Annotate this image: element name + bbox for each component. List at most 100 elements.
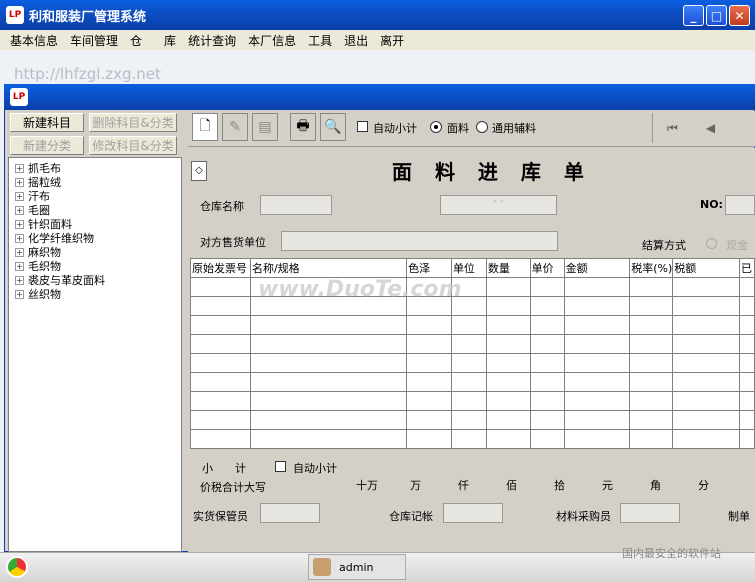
- expand-icon[interactable]: +: [15, 163, 24, 173]
- record-nav: ⏮ ◀: [652, 113, 755, 143]
- edit-icon[interactable]: ✎: [222, 113, 248, 141]
- minimize-button[interactable]: _: [683, 5, 704, 26]
- expand-icon[interactable]: +: [15, 289, 24, 299]
- keeper-field[interactable]: [260, 503, 320, 523]
- expand-icon[interactable]: +: [15, 177, 24, 187]
- tree-item[interactable]: + 抓毛布: [9, 161, 181, 175]
- form-title: 面 料 进 库 单: [392, 160, 592, 184]
- tree-item[interactable]: + 毛圈: [9, 203, 181, 217]
- new-subject-button[interactable]: 新建科目: [10, 113, 84, 132]
- unit-label: 仟: [458, 479, 469, 492]
- table-row[interactable]: [190, 334, 755, 354]
- buyer-field[interactable]: [620, 503, 680, 523]
- fabric-label: 面料: [447, 122, 469, 135]
- modify-subject-button[interactable]: 修改科目&分类: [89, 136, 177, 155]
- unit-label: 拾: [554, 479, 565, 492]
- url-watermark: http://lhfzgl.zxg.net: [14, 65, 161, 83]
- menu-warehouse-1[interactable]: 仓: [124, 32, 148, 49]
- search-icon[interactable]: 🔍: [320, 113, 346, 141]
- no-field[interactable]: [725, 195, 755, 215]
- tree-item[interactable]: + 针织面料: [9, 217, 181, 231]
- table-row[interactable]: [190, 353, 755, 373]
- table-row[interactable]: [190, 372, 755, 392]
- accessory-radio[interactable]: [476, 121, 488, 133]
- maximize-button[interactable]: □: [706, 5, 727, 26]
- save-icon[interactable]: ▤: [252, 113, 278, 141]
- new-category-button[interactable]: 新建分类: [10, 136, 84, 155]
- warehouse-name-field[interactable]: [260, 195, 332, 215]
- menu-factory-info[interactable]: 本厂信息: [242, 32, 302, 49]
- menu-tools[interactable]: 工具: [302, 32, 338, 49]
- tree-item[interactable]: + 裘皮与革皮面料: [9, 273, 181, 287]
- date-field[interactable]: - -: [440, 195, 557, 215]
- close-button[interactable]: ✕: [729, 5, 750, 26]
- warehouse-name-label: 仓库名称: [200, 200, 244, 213]
- expand-icon[interactable]: +: [15, 233, 24, 243]
- tree-item[interactable]: + 化学纤维织物: [9, 231, 181, 245]
- browser-icon[interactable]: [6, 556, 28, 578]
- print-icon[interactable]: 🖶: [290, 113, 316, 141]
- first-record-icon[interactable]: ⏮: [667, 121, 678, 136]
- expand-icon[interactable]: +: [15, 205, 24, 215]
- menu-stats[interactable]: 统计查询: [182, 32, 242, 49]
- table-row[interactable]: [190, 391, 755, 411]
- ledger-field[interactable]: [443, 503, 503, 523]
- keeper-label: 实货保管员: [193, 510, 248, 523]
- ledger-label: 仓库记帐: [389, 510, 433, 523]
- app-logo-icon: LP: [6, 6, 24, 24]
- inner-titlebar: [4, 84, 755, 110]
- grid-auto-subtotal-label: 自动小计: [293, 462, 337, 475]
- unit-label: 佰: [506, 479, 517, 492]
- tree-item[interactable]: + 丝织物: [9, 287, 181, 301]
- table-row[interactable]: [190, 315, 755, 335]
- counterparty-field[interactable]: [281, 231, 558, 251]
- table-row[interactable]: [190, 410, 755, 430]
- expand-icon[interactable]: +: [15, 275, 24, 285]
- total-caps-label: 价税合计大写: [200, 481, 266, 494]
- tree-item[interactable]: + 摇粒绒: [9, 175, 181, 189]
- unit-label: 元: [602, 479, 613, 492]
- menu-workshop[interactable]: 车间管理: [64, 32, 124, 49]
- menu-warehouse-2[interactable]: 库: [148, 32, 182, 49]
- expand-icon[interactable]: +: [15, 247, 24, 257]
- tree-item[interactable]: + 毛织物: [9, 259, 181, 273]
- expand-icon[interactable]: +: [15, 219, 24, 229]
- user-task[interactable]: admin: [308, 554, 406, 580]
- grid-header: 原始发票号 名称/规格 色泽 单位 数量 单价 金额 税率(%) 税额 已: [190, 258, 755, 278]
- diamond-button[interactable]: ◇: [191, 161, 207, 181]
- menu-basic-info[interactable]: 基本信息: [4, 32, 64, 49]
- no-label: NO:: [700, 198, 723, 211]
- grid-auto-subtotal-checkbox[interactable]: [275, 461, 286, 472]
- unit-label: 万: [410, 479, 421, 492]
- user-name: admin: [339, 560, 374, 574]
- cash-radio[interactable]: [706, 238, 717, 249]
- unit-label: 角: [650, 479, 661, 492]
- prev-record-icon[interactable]: ◀: [706, 121, 715, 135]
- expand-icon[interactable]: +: [15, 261, 24, 271]
- menubar: 基本信息 车间管理 仓 库 统计查询 本厂信息 工具 退出 离开: [0, 30, 755, 50]
- auto-subtotal-label: 自动小计: [373, 122, 417, 135]
- subject-tree: + 抓毛布 + 摇粒绒 + 汗布 + 毛圈 + 针织面料 + 化学纤维织物 + 麻织物 + 毛织…: [8, 157, 182, 552]
- menu-leave[interactable]: 离开: [374, 32, 410, 49]
- app-title: 利和服装厂管理系统: [29, 9, 147, 25]
- tree-item[interactable]: + 汗布: [9, 189, 181, 203]
- accessory-label: 通用辅料: [492, 122, 536, 135]
- table-row[interactable]: [190, 429, 755, 449]
- unit-label: 十万: [356, 479, 378, 492]
- maker-label: 制单: [728, 510, 750, 523]
- auto-subtotal-checkbox[interactable]: [357, 121, 368, 132]
- buyer-label: 材料采购员: [556, 510, 611, 523]
- settlement-label: 结算方式: [642, 239, 686, 252]
- duote-watermark: www.DuoTe.com: [258, 277, 462, 302]
- inner-logo-icon: LP: [10, 88, 28, 106]
- fabric-radio[interactable]: [430, 121, 442, 133]
- menu-exit[interactable]: 退出: [338, 32, 374, 49]
- expand-icon[interactable]: +: [15, 191, 24, 201]
- new-document-icon[interactable]: 🗋: [192, 113, 218, 141]
- tree-item[interactable]: + 麻织物: [9, 245, 181, 259]
- counterparty-label: 对方售货单位: [200, 236, 266, 249]
- avatar: [313, 558, 331, 576]
- delete-subject-button[interactable]: 删除科目&分类: [89, 113, 177, 132]
- unit-label: 分: [698, 479, 709, 492]
- cash-label: 现金: [726, 239, 748, 252]
